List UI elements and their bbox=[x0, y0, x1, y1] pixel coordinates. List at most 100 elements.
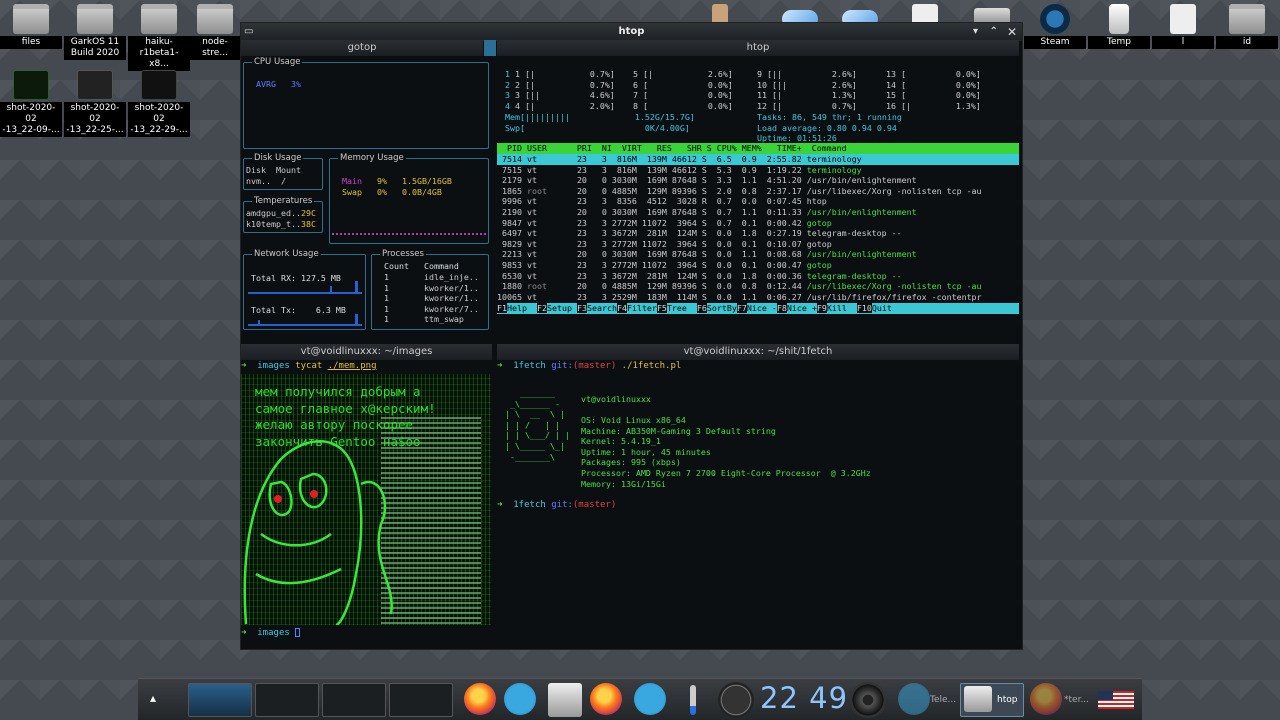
temp-row: amdgpu_ed..29C bbox=[246, 208, 316, 218]
desktop-icon-files[interactable]: files bbox=[0, 0, 62, 49]
desktop-icon-id[interactable]: id bbox=[1216, 0, 1278, 49]
taskbar-menu-button[interactable]: ▴ bbox=[150, 691, 156, 705]
process-stats: 23 3 2772M 11072 3964 S 0.0 0.1 0:00.47 bbox=[546, 259, 807, 270]
desktop-icon-label: shot-2020-02 -13_22-25-... bbox=[64, 102, 126, 137]
window-titlebar[interactable]: ▭ htop ▾ ⌃ ✕ bbox=[241, 23, 1022, 41]
fkey-label[interactable]: SortBy bbox=[707, 303, 737, 313]
htop-process-row[interactable]: 1865 root 20 0 4885M 129M 89396 S 2.0 0.… bbox=[497, 186, 1019, 197]
pid: 9853 bbox=[497, 259, 527, 270]
fkey-number: F6 bbox=[696, 303, 707, 313]
desktop-icon-temp[interactable]: Temp bbox=[1088, 0, 1150, 49]
fkey-label[interactable]: Kill bbox=[827, 303, 857, 313]
desktop-icon-shot-3[interactable]: shot-2020-02 -13_22-29-... bbox=[128, 66, 190, 137]
window-menu-icon[interactable]: ▾ bbox=[973, 23, 978, 41]
fkey-label[interactable]: Search bbox=[587, 303, 617, 313]
pid: 9847 bbox=[497, 217, 527, 228]
media-disc-icon[interactable] bbox=[850, 682, 886, 718]
htop-process-row[interactable]: 7515 vt 23 3 816M 139M 46612 S 5.3 0.9 1… bbox=[497, 165, 1019, 176]
document-icon bbox=[1170, 4, 1196, 34]
fkey-number: F5 bbox=[656, 303, 667, 313]
split-handle[interactable] bbox=[484, 40, 496, 56]
htop-process-row[interactable]: 9847 vt 23 3 2772M 11072 3964 S 0.7 0.1 … bbox=[497, 218, 1019, 229]
desktop-icon-shot-2[interactable]: shot-2020-02 -13_22-25-... bbox=[64, 66, 126, 137]
network-usage-title: Network Usage bbox=[252, 249, 321, 259]
desktop-icon-garkos[interactable]: GarkOS 11 Build 2020 bbox=[64, 0, 126, 60]
htop-process-row[interactable]: 1880 root 20 0 4885M 129M 89396 S 0.0 0.… bbox=[497, 281, 1019, 292]
command: /usr/libexec/Xorg -nolisten tcp -au bbox=[806, 281, 982, 292]
us-flag-icon[interactable] bbox=[1098, 691, 1134, 709]
command: gotop bbox=[806, 217, 832, 228]
taskbar: ▴ 22 49 Tele... htop *ter... bbox=[138, 678, 1142, 720]
fkey-label[interactable]: Setup bbox=[547, 303, 577, 313]
user: vt bbox=[526, 175, 547, 186]
fkey-label[interactable]: Quit bbox=[872, 303, 892, 313]
desktop-icon-node-stream[interactable]: node-stre... bbox=[190, 0, 240, 60]
temperatures-title: Temperatures bbox=[252, 196, 315, 206]
htop-process-row[interactable]: 10065 vt 23 3 2529M 183M 114M S 0.0 1.1 … bbox=[497, 292, 1019, 303]
pid: 10065 bbox=[497, 291, 527, 302]
htop-process-row[interactable]: 9853 vt 23 3 2772M 11072 3964 S 0.0 0.1 … bbox=[497, 260, 1019, 271]
telegram-task-label[interactable]: Tele... bbox=[930, 695, 956, 705]
htop-process-row[interactable]: 9829 vt 23 3 2772M 11072 3964 S 0.0 0.1 … bbox=[497, 239, 1019, 250]
telegram-icon[interactable] bbox=[504, 683, 536, 715]
folder-icon bbox=[13, 4, 49, 34]
htop-process-row[interactable]: 9996 vt 23 3 8356 4512 3028 R 0.7 0.0 0:… bbox=[497, 196, 1019, 207]
firefox-icon[interactable] bbox=[464, 683, 496, 715]
memory-usage-box: Memory Usage Main 9% 1.5GB/16GB Swap 0% … bbox=[329, 153, 489, 244]
pid: 1880 bbox=[497, 281, 527, 292]
fkey-label[interactable]: Help bbox=[507, 303, 537, 313]
terminology-icon[interactable] bbox=[548, 683, 582, 717]
firefox-task-icon[interactable] bbox=[1030, 683, 1062, 715]
desktop-pager-3[interactable] bbox=[322, 683, 386, 717]
htop-process-row[interactable]: 6497 vt 23 3 3672M 281M 124M S 0.0 1.8 0… bbox=[497, 228, 1019, 239]
firefox-task-label[interactable]: *ter... bbox=[1064, 695, 1089, 705]
htop-process-row[interactable]: 7514 vt 23 3 816M 139M 46612 S 6.5 0.9 2… bbox=[497, 154, 1019, 165]
proc-row: 1 kworker/1.. bbox=[384, 293, 479, 304]
firefox-icon[interactable] bbox=[590, 683, 622, 715]
cpu-usage-box: CPU Usage AVRG 3% bbox=[243, 57, 489, 149]
fkey-number: F1 bbox=[497, 303, 507, 313]
desktop-pager-1[interactable] bbox=[188, 683, 252, 717]
htop-mem-meter: Mem[||||||||| 1.52G/15.7G] Swp[ 0K/4.00G… bbox=[505, 112, 695, 133]
proc-row: 1 kworker/1.. bbox=[384, 282, 479, 293]
maximize-icon[interactable]: ⌃ bbox=[990, 23, 998, 41]
desktop-icon-label: shot-2020-02 -13_22-09-... bbox=[0, 102, 62, 137]
images-prompt-line-2[interactable]: ➜ images bbox=[241, 628, 301, 639]
fkey-label[interactable]: Tree bbox=[667, 303, 697, 313]
pid: 7514 bbox=[497, 154, 527, 164]
user: vt bbox=[526, 217, 547, 228]
clock[interactable]: 22 49 bbox=[760, 681, 848, 715]
htop-task-button[interactable]: htop bbox=[960, 683, 1024, 717]
fetch-prompt-line-2[interactable]: ➜ 1fetch git:(master) bbox=[497, 500, 616, 511]
desktop-icon-shot-1[interactable]: shot-2020-02 -13_22-09-... bbox=[0, 66, 62, 137]
clock-minutes: 49 bbox=[809, 681, 849, 715]
telegram-task-icon[interactable] bbox=[898, 683, 930, 715]
command: /usr/bin/enlightenment bbox=[806, 249, 917, 260]
htop-process-row[interactable]: 2213 vt 20 0 3030M 169M 87648 S 0.0 1.1 … bbox=[497, 249, 1019, 260]
window-title: htop bbox=[618, 26, 645, 37]
user: vt bbox=[526, 154, 547, 164]
clock-hours: 22 bbox=[760, 681, 799, 715]
htop-process-row[interactable]: 6530 vt 23 3 3672M 281M 124M S 0.0 1.8 0… bbox=[497, 271, 1019, 282]
desktop-icon-l[interactable]: l bbox=[1152, 0, 1214, 49]
user: root bbox=[526, 281, 547, 292]
htop-process-row[interactable]: 2190 vt 20 0 3030M 169M 87648 S 0.7 1.1 … bbox=[497, 207, 1019, 218]
htop-column-header[interactable]: PID USER PRI NI VIRT RES SHR S CPU% MEM%… bbox=[497, 143, 1019, 154]
desktop-pager-4[interactable] bbox=[389, 683, 453, 717]
telegram-icon[interactable] bbox=[634, 683, 666, 715]
fkey-number: F9 bbox=[816, 303, 827, 313]
desktop-icon-steam[interactable]: Steam bbox=[1024, 0, 1086, 49]
fkey-number: F2 bbox=[536, 303, 547, 313]
htop-process-list[interactable]: 7514 vt 23 3 816M 139M 46612 S 6.5 0.9 2… bbox=[497, 154, 1019, 313]
htop-function-keys: F1Help F2Setup F3SearchF4FilterF5Tree F6… bbox=[497, 303, 1019, 314]
htop-process-row[interactable]: 2179 vt 20 0 3030M 169M 87648 S 3.3 1.1 … bbox=[497, 175, 1019, 186]
mem-main: Main 9% 1.5GB/16GB bbox=[342, 176, 452, 186]
fkey-label[interactable]: Nice + bbox=[787, 303, 817, 313]
fkey-label[interactable]: Nice - bbox=[747, 303, 777, 313]
fkey-label[interactable]: Filter bbox=[627, 303, 657, 313]
fkey-number: F7 bbox=[736, 303, 747, 313]
desktop-pager-2[interactable] bbox=[255, 683, 319, 717]
desktop-icon-haiku[interactable]: haiku- r1beta1-x8... bbox=[128, 0, 190, 71]
process-stats: 20 0 4885M 129M 89396 S 0.0 0.8 0:12.44 bbox=[546, 281, 807, 292]
close-icon[interactable]: ✕ bbox=[1007, 23, 1017, 41]
